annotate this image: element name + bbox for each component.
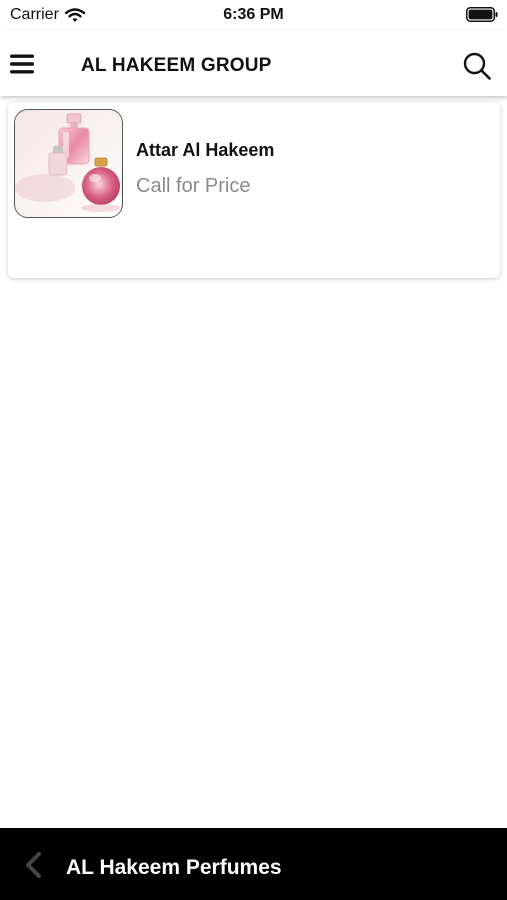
perfume-bottles-image: [15, 110, 121, 216]
battery-icon: [466, 7, 498, 22]
product-name: Attar Al Hakeem: [136, 140, 275, 160]
hamburger-menu-icon: [10, 54, 34, 74]
app-header: AL HAKEEM GROUP: [0, 30, 507, 96]
menu-button[interactable]: [8, 51, 36, 77]
page-title: AL HAKEEM GROUP: [81, 55, 272, 76]
product-list: Attar Al Hakeem Call for Price: [0, 96, 507, 828]
bottom-bar: AL Hakeem Perfumes: [0, 828, 507, 900]
status-bar: Carrier 6:36 PM: [0, 0, 507, 30]
search-button[interactable]: [461, 50, 493, 82]
product-image: [14, 109, 123, 218]
search-icon: [463, 52, 491, 80]
status-time: 6:36 PM: [223, 6, 284, 23]
product-card[interactable]: Attar Al Hakeem Call for Price: [8, 102, 500, 278]
footer-title: AL Hakeem Perfumes: [66, 856, 282, 879]
back-arrow-icon[interactable]: [20, 850, 50, 880]
product-price: Call for Price: [136, 175, 251, 197]
